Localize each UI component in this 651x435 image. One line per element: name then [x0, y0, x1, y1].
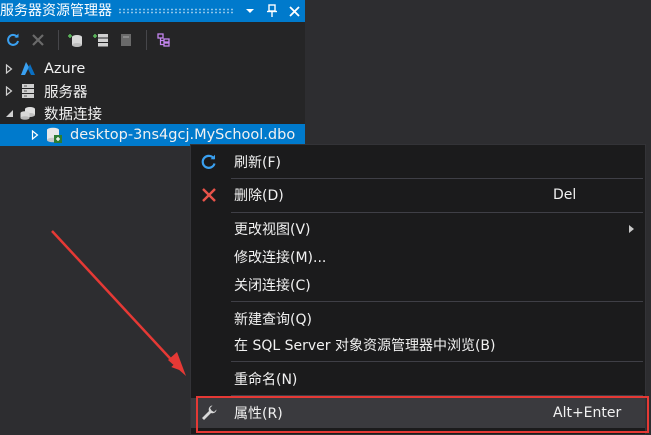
- menu-item-delete[interactable]: 删除(D) Del: [191, 180, 645, 210]
- tree-item-azure[interactable]: Azure: [0, 58, 305, 80]
- toolbar-separator: [58, 30, 59, 50]
- menu-item-change-view[interactable]: 更改视图(V): [191, 214, 645, 244]
- menu-item-label: 关闭连接(C): [234, 278, 311, 294]
- server-explorer-panel: 服务器资源管理器 Azure 服务器 数据连接 desktop-3ns4gcj.…: [0, 0, 305, 146]
- sharepoint-icon[interactable]: [115, 29, 137, 51]
- wrench-icon: [199, 403, 219, 423]
- tree-item-label: 服务器: [44, 84, 88, 101]
- connect-database-icon[interactable]: [65, 29, 87, 51]
- context-menu: 刷新(F) 删除(D) Del 更改视图(V) 修改连接(M)... 关闭连接(…: [190, 144, 646, 435]
- refresh-icon[interactable]: [2, 29, 24, 51]
- tree-item-label: desktop-3ns4gcj.MySchool.dbo: [70, 127, 296, 143]
- panel-toolbar: [0, 26, 305, 54]
- menu-item-label: 在 SQL Server 对象资源管理器中浏览(B): [234, 338, 496, 354]
- menu-item-label: 新建查询(Q): [234, 312, 312, 328]
- menu-item-label: 修改连接(M)...: [234, 250, 327, 266]
- panel-title: 服务器资源管理器: [0, 3, 112, 19]
- collapse-arrow-icon[interactable]: [0, 109, 18, 118]
- dropdown-icon[interactable]: [239, 0, 261, 22]
- tree-item-servers[interactable]: 服务器: [0, 80, 305, 102]
- server-tree: Azure 服务器 数据连接 desktop-3ns4gcj.MySchool.…: [0, 58, 305, 146]
- title-grip: [118, 8, 233, 14]
- server-icon: [18, 82, 38, 100]
- stop-icon[interactable]: [27, 29, 49, 51]
- menu-item-label: 刷新(F): [234, 155, 281, 171]
- menu-separator: [231, 212, 643, 213]
- menu-separator: [231, 301, 643, 302]
- menu-item-shortcut: Del: [553, 187, 577, 203]
- expand-arrow-icon[interactable]: [26, 130, 44, 140]
- connect-server-icon[interactable]: [90, 29, 112, 51]
- close-icon[interactable]: [283, 0, 305, 22]
- data-connections-icon: [18, 104, 38, 122]
- menu-separator: [231, 361, 643, 362]
- menu-separator: [231, 395, 643, 396]
- delete-icon: [199, 185, 219, 205]
- expand-arrow-icon[interactable]: [0, 86, 18, 96]
- menu-item-browse-in-sql-server-explorer[interactable]: 在 SQL Server 对象资源管理器中浏览(B): [191, 330, 645, 360]
- tree-item-label: 数据连接: [44, 106, 102, 123]
- menu-item-modify-connection[interactable]: 修改连接(M)...: [191, 242, 645, 272]
- menu-item-properties[interactable]: 属性(R) Alt+Enter: [191, 398, 645, 428]
- tree-item-label: Azure: [44, 61, 86, 77]
- expand-arrow-icon[interactable]: [0, 64, 18, 74]
- menu-item-rename[interactable]: 重命名(N): [191, 364, 645, 394]
- menu-item-label: 删除(D): [234, 188, 284, 204]
- submenu-arrow-icon: [629, 225, 634, 233]
- menu-item-refresh[interactable]: 刷新(F): [191, 147, 645, 177]
- tree-item-connection[interactable]: desktop-3ns4gcj.MySchool.dbo: [0, 124, 305, 146]
- menu-item-label: 更改视图(V): [234, 222, 311, 238]
- toolbar-separator: [146, 30, 147, 50]
- menu-separator: [231, 178, 643, 179]
- azure-icon: [18, 60, 38, 78]
- menu-item-shortcut: Alt+Enter: [553, 405, 622, 421]
- pin-icon[interactable]: [261, 0, 283, 22]
- panel-titlebar[interactable]: 服务器资源管理器: [0, 0, 305, 22]
- tree-item-data-connections[interactable]: 数据连接: [0, 102, 305, 124]
- class-view-icon[interactable]: [153, 29, 175, 51]
- refresh-icon: [199, 152, 219, 172]
- menu-item-close-connection[interactable]: 关闭连接(C): [191, 270, 645, 300]
- database-icon: [44, 126, 64, 144]
- menu-item-label: 属性(R): [234, 406, 283, 422]
- menu-item-label: 重命名(N): [234, 372, 298, 388]
